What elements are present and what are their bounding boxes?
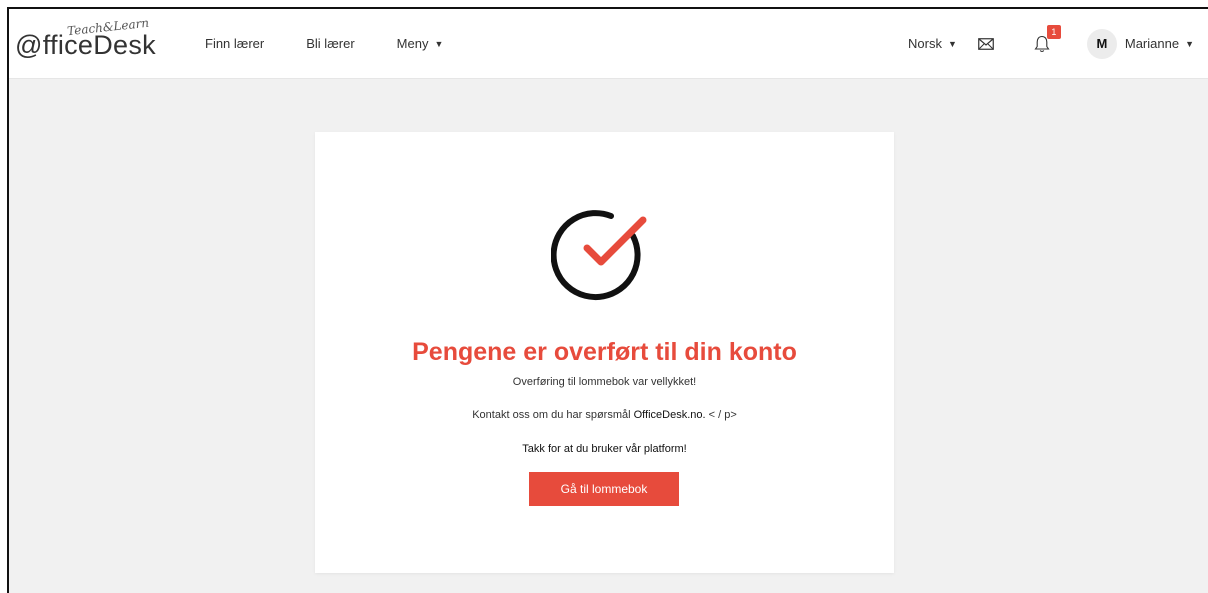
contact-prefix: Kontakt oss om du har spørsmål bbox=[472, 409, 634, 421]
thanks-text: Takk for at du bruker vår platform! bbox=[522, 443, 687, 455]
user-name: Marianne bbox=[1124, 36, 1180, 51]
nav-label: Meny bbox=[396, 36, 429, 51]
language-label: Norsk bbox=[908, 36, 942, 51]
notifications-button[interactable]: 1 bbox=[1031, 24, 1061, 55]
caret-down-icon: ▼ bbox=[947, 38, 957, 49]
nav-meny-dropdown[interactable]: Meny ▼ bbox=[397, 36, 444, 51]
avatar: M bbox=[1086, 28, 1117, 59]
envelope-icon bbox=[978, 37, 994, 50]
messages-button[interactable] bbox=[975, 33, 997, 55]
contact-brand: OfficeDesk.no. bbox=[633, 409, 706, 421]
nav-finn-laerer[interactable]: Finn lærer bbox=[205, 36, 264, 51]
go-to-wallet-button[interactable]: Gå til lommebok bbox=[529, 472, 679, 506]
logo-wordmark: @fficeDesk bbox=[15, 29, 156, 60]
contact-suffix: < / p> bbox=[705, 409, 737, 421]
success-card: Pengene er overført til din konto Overfø… bbox=[315, 132, 894, 573]
officedesk-logo[interactable]: Teach&Learn @fficeDesk bbox=[15, 14, 165, 74]
main-nav: Finn lærer Bli lærer Meny ▼ bbox=[205, 36, 485, 51]
language-selector[interactable]: Norsk ▼ bbox=[908, 36, 957, 51]
success-title: Pengene er overført til din konto bbox=[412, 338, 797, 366]
success-subtitle: Overføring til lommebok var vellykket! bbox=[512, 376, 697, 388]
user-menu[interactable]: M Marianne ▼ bbox=[1086, 28, 1194, 59]
nav-label: Bli lærer bbox=[306, 36, 355, 51]
app-window: Teach&Learn @fficeDesk Finn lærer Bli læ… bbox=[7, 7, 1208, 593]
header-tools: Norsk ▼ 1 M Marianne ▼ bbox=[908, 24, 1194, 59]
checkmark-circle-icon bbox=[551, 210, 647, 301]
caret-down-icon: ▼ bbox=[434, 38, 444, 49]
nav-label: Finn lærer bbox=[205, 36, 265, 51]
caret-down-icon: ▼ bbox=[1185, 38, 1194, 49]
contact-text: Kontakt oss om du har spørsmål OfficeDes… bbox=[315, 409, 894, 421]
top-navbar: Teach&Learn @fficeDesk Finn lærer Bli læ… bbox=[9, 9, 1208, 79]
nav-bli-laerer[interactable]: Bli lærer bbox=[306, 36, 354, 51]
notification-badge: 1 bbox=[1046, 24, 1061, 39]
top-strip bbox=[0, 0, 1208, 7]
